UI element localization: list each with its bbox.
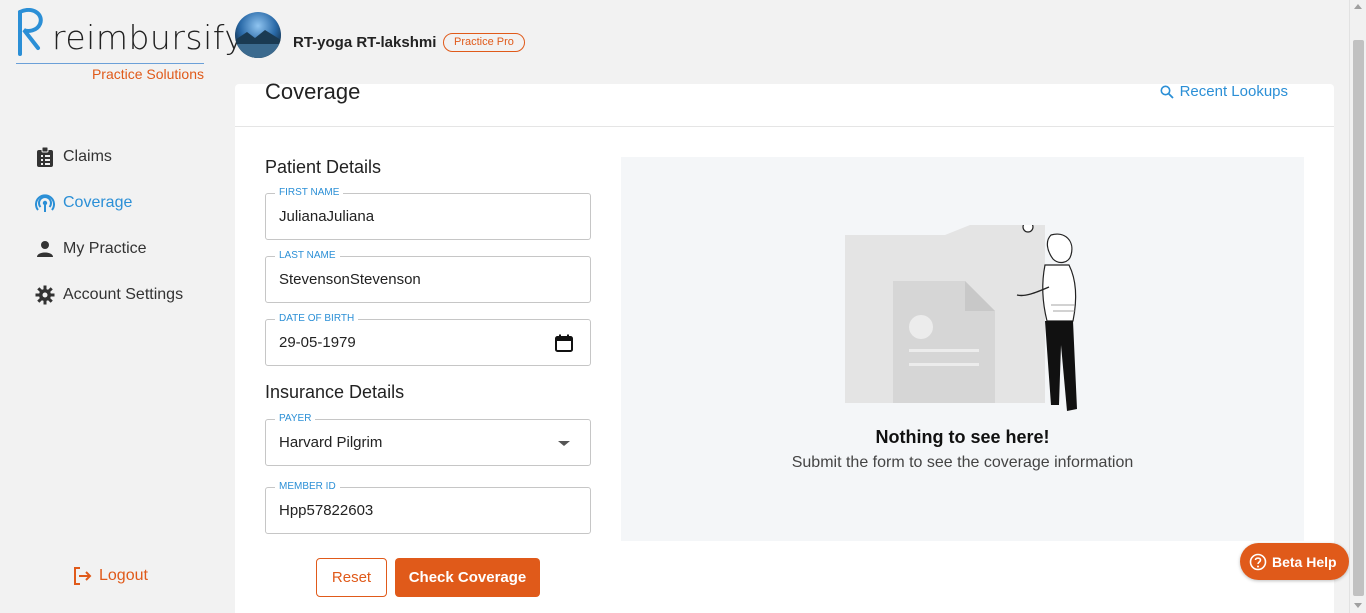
sidebar-item-label: Claims	[63, 148, 112, 165]
member-id-field[interactable]: MEMBER ID Hpp57822603	[265, 481, 591, 534]
payer-select[interactable]: PAYER Harvard Pilgrim	[265, 413, 591, 466]
date-of-birth-field[interactable]: DATE OF BIRTH 29-05-1979	[265, 313, 591, 366]
scroll-down-arrow-icon[interactable]	[1354, 603, 1362, 608]
field-label: DATE OF BIRTH	[275, 313, 359, 325]
logo-divider	[16, 63, 204, 64]
recent-lookups-link[interactable]: Recent Lookups	[1160, 83, 1288, 100]
coverage-card: Coverage Recent Lookups Patient Details …	[235, 79, 1334, 613]
brand-logo[interactable]: reimbursify Practice Solutions	[14, 8, 244, 84]
sidebar-item-coverage[interactable]: Coverage	[34, 180, 214, 226]
sidebar-item-label: Account Settings	[63, 286, 184, 303]
beta-help-label: Beta Help	[1272, 553, 1337, 570]
scroll-up-arrow-icon[interactable]	[1354, 4, 1362, 9]
sidebar-item-label: My Practice	[63, 240, 147, 257]
last-name-field[interactable]: LAST NAME StevensonStevenson	[265, 250, 591, 303]
brand-name: reimbursify	[52, 18, 245, 57]
page-title: Coverage	[265, 79, 361, 104]
field-value: Hpp57822603	[279, 502, 374, 519]
gear-icon	[34, 284, 56, 306]
insurance-details-heading: Insurance Details	[265, 382, 405, 402]
reset-button[interactable]: Reset	[316, 558, 387, 597]
user-name: RT-yoga RT-lakshmi	[293, 34, 437, 51]
sidebar-nav: Claims Coverage My Practice Account Sett…	[34, 134, 214, 318]
empty-state-title: Nothing to see here!	[875, 427, 1050, 447]
sidebar-item-label: Coverage	[63, 194, 133, 211]
field-label: PAYER	[275, 413, 316, 425]
field-value: JulianaJuliana	[279, 208, 375, 225]
clipboard-icon	[34, 146, 56, 168]
coverage-results-panel: Nothing to see here! Submit the form to …	[621, 157, 1304, 541]
page-scrollbar[interactable]	[1349, 0, 1366, 613]
field-label: MEMBER ID	[275, 481, 340, 493]
field-value: Harvard Pilgrim	[279, 434, 383, 451]
help-icon	[1249, 553, 1267, 571]
broadcast-icon	[34, 192, 56, 214]
field-value: 29-05-1979	[279, 334, 356, 351]
top-header: RT-yoga RT-lakshmi Practice Pro	[222, 0, 1352, 84]
field-label: LAST NAME	[275, 250, 340, 262]
card-header: Coverage Recent Lookups	[235, 79, 1334, 127]
brand-subtitle: Practice Solutions	[91, 66, 204, 82]
beta-help-button[interactable]: Beta Help	[1240, 543, 1349, 580]
empty-state-subtitle: Submit the form to see the coverage info…	[791, 454, 1134, 471]
sidebar: reimbursify Practice Solutions Claims Co…	[0, 0, 244, 613]
sidebar-item-account-settings[interactable]: Account Settings	[34, 272, 214, 318]
sidebar-item-my-practice[interactable]: My Practice	[34, 226, 214, 272]
avatar[interactable]	[235, 12, 281, 58]
patient-details-heading: Patient Details	[265, 157, 382, 177]
person-icon	[34, 238, 56, 260]
reimbursify-logo-icon	[18, 8, 43, 56]
check-coverage-button[interactable]: Check Coverage	[395, 558, 540, 597]
scroll-thumb[interactable]	[1353, 40, 1364, 596]
first-name-field[interactable]: FIRST NAME JulianaJuliana	[265, 187, 591, 240]
logout-button[interactable]: Logout	[72, 566, 148, 586]
plan-badge: Practice Pro	[443, 33, 525, 52]
empty-state-illustration	[845, 225, 1077, 411]
field-value: StevensonStevenson	[279, 271, 421, 288]
dropdown-arrow-icon[interactable]	[554, 433, 574, 453]
search-icon	[1160, 85, 1174, 99]
calendar-icon[interactable]	[554, 333, 574, 353]
field-label: FIRST NAME	[275, 187, 344, 199]
logout-icon	[72, 566, 92, 586]
sidebar-item-claims[interactable]: Claims	[34, 134, 214, 180]
recent-lookups-label: Recent Lookups	[1179, 83, 1288, 100]
logout-label: Logout	[99, 567, 148, 584]
